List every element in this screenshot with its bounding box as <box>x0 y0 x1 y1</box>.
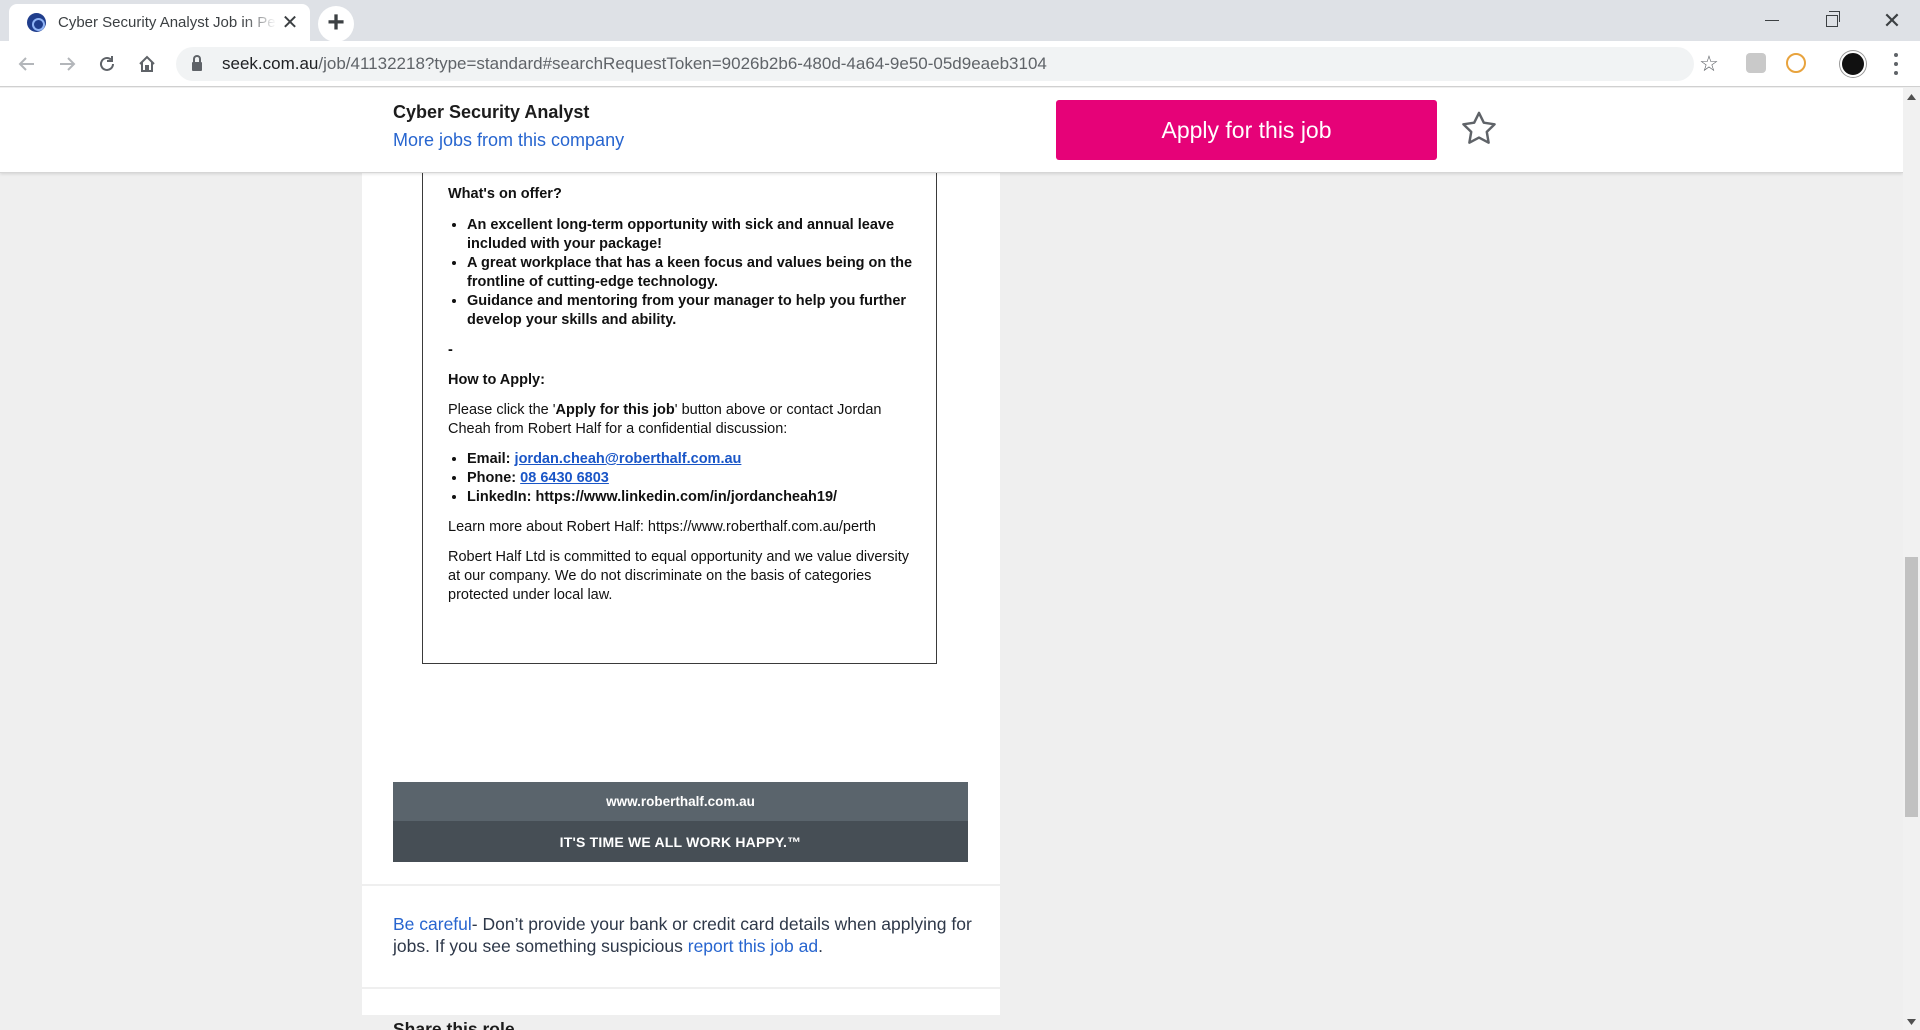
address-bar[interactable]: seek.com.au/job/41132218?type=standard#s… <box>176 47 1694 81</box>
equal-opportunity-text: Robert Half Ltd is committed to equal op… <box>448 549 910 603</box>
profile-avatar-icon[interactable] <box>1840 51 1866 77</box>
job-title: Cyber Security Analyst <box>393 102 590 122</box>
lock-icon[interactable] <box>192 55 202 71</box>
extension-icon[interactable] <box>1746 53 1766 73</box>
extension-icon[interactable] <box>1786 53 1806 73</box>
list-item: A great workplace that has a keen focus … <box>467 254 918 292</box>
apply-heading: How to Apply: <box>448 372 545 388</box>
browser-toolbar: seek.com.au/job/41132218?type=standard#s… <box>0 41 1920 87</box>
offer-list: An excellent long-term opportunity with … <box>448 216 918 330</box>
url-host: seek.com.au <box>222 54 319 73</box>
job-ad-box: What's on offer? An excellent long-term … <box>422 173 937 664</box>
scroll-down-arrow-icon[interactable] <box>1903 1013 1920 1030</box>
list-item: Email: jordan.cheah@roberthalf.com.au <box>467 450 918 469</box>
page-scrollbar[interactable] <box>1903 88 1920 1030</box>
new-tab-button[interactable]: + <box>318 6 354 42</box>
robert-half-url-banner: www.roberthalf.com.au <box>393 782 968 821</box>
back-arrow-icon[interactable] <box>12 49 42 79</box>
divider <box>362 884 1000 886</box>
offer-heading: What's on offer? <box>448 186 562 202</box>
be-careful-link[interactable]: Be careful <box>393 914 472 934</box>
contact-list: Email: jordan.cheah@roberthalf.com.au Ph… <box>448 450 918 507</box>
email-link[interactable]: jordan.cheah@roberthalf.com.au <box>515 451 742 467</box>
safety-warning: Be careful- Don’t provide your bank or c… <box>393 914 972 956</box>
forward-arrow-icon[interactable] <box>52 49 82 79</box>
list-item: LinkedIn: https://www.linkedin.com/in/jo… <box>467 488 918 507</box>
robert-half-tagline-banner: IT'S TIME WE ALL WORK HAPPY.™ <box>393 821 968 862</box>
dash-separator: - <box>448 342 453 358</box>
menu-dots-icon[interactable] <box>1890 50 1902 78</box>
sticky-job-header: Cyber Security Analyst More jobs from th… <box>0 88 1903 173</box>
divider <box>362 987 1000 989</box>
page-viewport: Cyber Security Analyst More jobs from th… <box>0 88 1903 1030</box>
more-jobs-link[interactable]: More jobs from this company <box>393 130 624 151</box>
home-icon[interactable] <box>132 49 162 79</box>
job-details-card: What's on offer? An excellent long-term … <box>362 173 1000 1030</box>
restore-icon <box>1826 10 1840 27</box>
scrollbar-thumb[interactable] <box>1905 557 1918 817</box>
seek-favicon-icon <box>27 13 46 32</box>
bookmark-star-icon[interactable]: ☆ <box>1694 49 1724 79</box>
close-icon: ✕ <box>1882 7 1902 33</box>
save-job-star-icon[interactable] <box>1458 108 1500 150</box>
list-item: An excellent long-term opportunity with … <box>467 216 918 254</box>
apply-instructions: Please click the 'Apply for this job' bu… <box>448 402 882 437</box>
browser-tabstrip: Cyber Security Analyst Job in Perth - SE… <box>0 0 1920 42</box>
list-item: Guidance and mentoring from your manager… <box>467 292 918 330</box>
scroll-up-arrow-icon[interactable] <box>1903 88 1920 105</box>
offer-section: What's on offer? An excellent long-term … <box>448 185 918 605</box>
window-close-button[interactable]: ✕ <box>1862 0 1920 41</box>
url-text[interactable]: seek.com.au/job/41132218?type=standard#s… <box>222 54 1047 74</box>
url-path: /job/41132218?type=standard#searchReques… <box>318 54 1047 73</box>
report-job-ad-link[interactable]: report this job ad <box>688 936 818 956</box>
window-restore-button[interactable] <box>1802 0 1862 41</box>
window-minimize-button[interactable] <box>1742 0 1802 41</box>
list-item: Phone: 08 6430 6803 <box>467 469 918 488</box>
share-title: Share this role <box>393 1019 515 1030</box>
browser-tab[interactable]: Cyber Security Analyst Job in Perth - SE… <box>9 4 310 41</box>
phone-link[interactable]: 08 6430 6803 <box>520 470 609 486</box>
minimize-icon <box>1765 20 1779 21</box>
tab-title: Cyber Security Analyst Job in Perth - SE… <box>58 14 276 31</box>
tab-close-icon[interactable]: ✕ <box>280 13 300 33</box>
apply-button[interactable]: Apply for this job <box>1056 100 1437 160</box>
learn-more-text: Learn more about Robert Half: https://ww… <box>448 519 876 535</box>
reload-icon[interactable] <box>92 49 122 79</box>
linkedin-url: https://www.linkedin.com/in/jordancheah1… <box>535 489 838 505</box>
